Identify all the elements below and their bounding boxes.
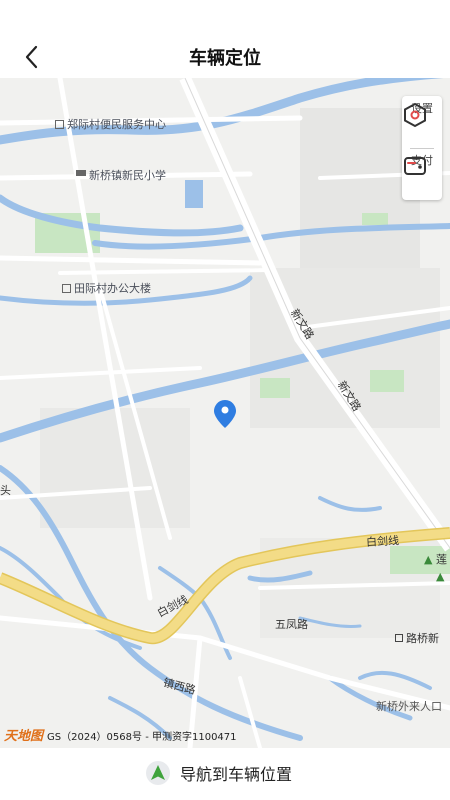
- map-view[interactable]: 郑际村便民服务中心 新桥镇新民小学 田际村办公大楼 新文路 新文路 白剑线 白剑…: [0, 78, 450, 748]
- divider: [410, 148, 434, 149]
- tree-icon: ▲: [424, 553, 433, 566]
- road-label: 五凤路: [275, 618, 308, 631]
- building-icon: [62, 284, 71, 293]
- poi-label[interactable]: 新桥镇新民小学: [76, 167, 166, 183]
- tianditu-logo: 天地图: [4, 729, 44, 744]
- page-title: 车辆定位: [189, 48, 261, 69]
- building-icon: [395, 634, 403, 642]
- road-label: 头: [0, 484, 11, 497]
- road-label: 新桥外来人口: [376, 700, 442, 713]
- footer-bar: 导航到车辆位置: [0, 748, 450, 800]
- navigation-arrow-icon: [146, 761, 170, 785]
- map-copyright: 天地图 GS（2024）0568号 - 甲测资字1100471: [4, 729, 237, 744]
- school-icon: [76, 170, 86, 180]
- road-label: ▲ 莲: [424, 553, 447, 566]
- navigate-to-vehicle-button[interactable]: 导航到车辆位置: [146, 761, 292, 789]
- road-label: 路桥新: [395, 630, 439, 646]
- poi-label[interactable]: 田际村办公大楼: [62, 280, 151, 296]
- map-control-panel: 设置 支付: [402, 96, 442, 200]
- settings-button[interactable]: 设置: [402, 100, 442, 148]
- map-canvas[interactable]: [0, 78, 450, 748]
- tree-icon: ▲: [436, 570, 445, 583]
- hexagon-settings-icon: [404, 102, 426, 128]
- wallet-icon: [404, 157, 426, 175]
- road-label: 白剑线: [365, 534, 400, 549]
- building-icon: [55, 120, 64, 129]
- pay-button[interactable]: 支付: [402, 152, 442, 200]
- header: 车辆定位: [0, 0, 450, 78]
- poi-label[interactable]: 郑际村便民服务中心: [55, 116, 166, 132]
